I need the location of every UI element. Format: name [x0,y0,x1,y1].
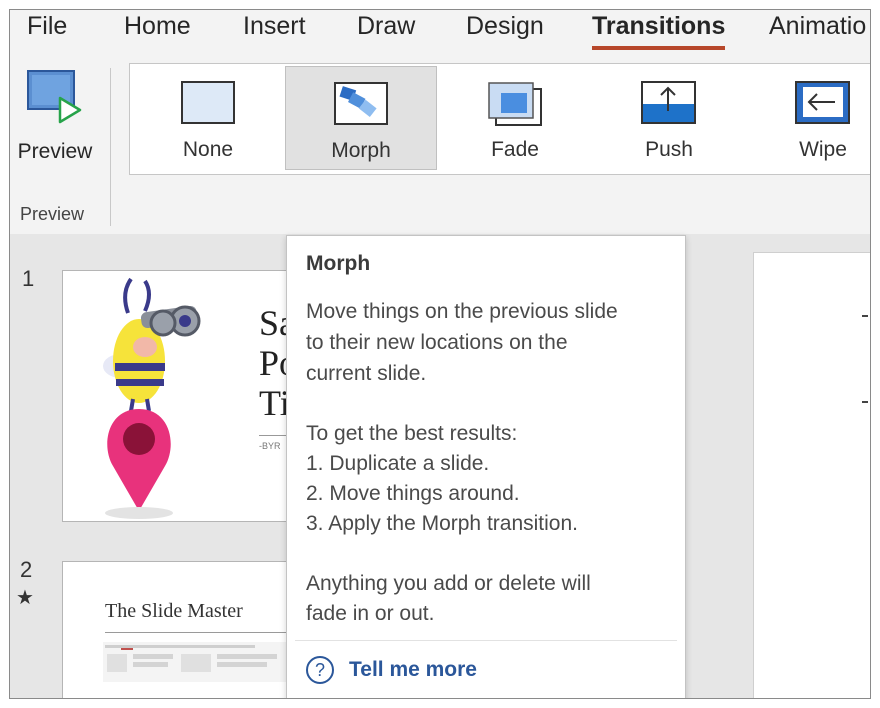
transition-none[interactable]: None [132,66,284,170]
tab-design[interactable]: Design [466,12,544,41]
tab-insert[interactable]: Insert [243,12,306,41]
tooltip-text-line: to their new locations on the [306,331,568,354]
transition-push[interactable]: Push [593,66,745,170]
tab-label: Design [466,12,544,40]
transition-wipe[interactable]: Wipe [747,66,870,170]
transitions-ribbon: Preview Preview None Morph Fade Push Wip… [10,58,870,234]
active-tab-underline [592,46,726,50]
wipe-transition-icon [795,81,850,124]
none-transition-icon [181,81,235,124]
help-circle-icon: ? [306,656,334,684]
push-transition-icon [641,81,696,124]
preview-button[interactable]: Preview [12,68,98,164]
tab-label: Draw [357,12,416,40]
tab-label: Home [124,12,191,40]
powerpoint-window: File Home Insert Draw Design Transitions… [9,9,871,699]
tooltip-text-line: fade in or out. [306,602,435,625]
tab-label: File [27,12,68,40]
slide-number: 2 [20,557,33,582]
transition-gallery: None Morph Fade Push Wipe [129,63,870,175]
transition-label: Fade [491,138,539,161]
morph-transition-icon [334,82,388,125]
preview-button-label: Preview [17,140,93,163]
fade-transition-icon [488,82,542,126]
preview-icon [27,70,82,124]
main-slide-canvas[interactable] [753,252,870,698]
title-rule [105,632,303,633]
tab-file[interactable]: File [27,12,67,41]
morph-tooltip: Morph Move things on the previous slide … [286,235,686,698]
tooltip-text-line: 1. Duplicate a slide. [306,452,490,475]
transition-label: Push [645,138,693,161]
transition-label: None [182,138,234,161]
tab-label: Animatio [769,12,867,40]
transition-morph[interactable]: Morph [285,66,437,170]
mini-ribbon-graphic [103,642,301,682]
slide-mark [862,315,868,317]
bee-mascot-illustration [103,277,201,519]
slide-thumbnail-2[interactable]: The Slide Master [62,561,304,698]
group-divider [110,68,111,226]
tooltip-text-line: To get the best results: [306,422,518,445]
tooltip-text-line: 3. Apply the Morph transition. [306,512,578,535]
tooltip-divider [295,640,677,641]
transition-label: Morph [331,139,391,162]
tooltip-text-line: Move things on the previous slide [306,300,618,323]
tooltip-text-line: Anything you add or delete will [306,572,591,595]
tab-home[interactable]: Home [124,12,191,41]
slide-title: The Slide Master [105,600,243,622]
slide-mark [862,401,868,403]
preview-group-label: Preview [20,204,85,224]
tab-animations[interactable]: Animatio [769,12,866,41]
tab-transitions[interactable]: Transitions [592,12,726,50]
slide-byline: -BYR [259,441,281,451]
transition-fade[interactable]: Fade [439,66,591,170]
tooltip-title: Morph [306,252,371,275]
tell-me-more-label: Tell me more [349,658,477,681]
tab-draw[interactable]: Draw [357,12,415,41]
tooltip-text-line: 2. Move things around. [306,482,520,505]
transition-label: Wipe [799,138,847,161]
animation-star-icon: ★ [16,587,34,609]
slide-thumbnail-1[interactable]: Sa Po Ti -BYR [62,270,304,522]
ribbon-tab-bar: File Home Insert Draw Design Transitions… [10,10,870,58]
tooltip-text-line: current slide. [306,362,427,385]
tab-label: Transitions [592,12,726,40]
slide-number: 1 [22,266,35,291]
tab-label: Insert [243,12,306,40]
